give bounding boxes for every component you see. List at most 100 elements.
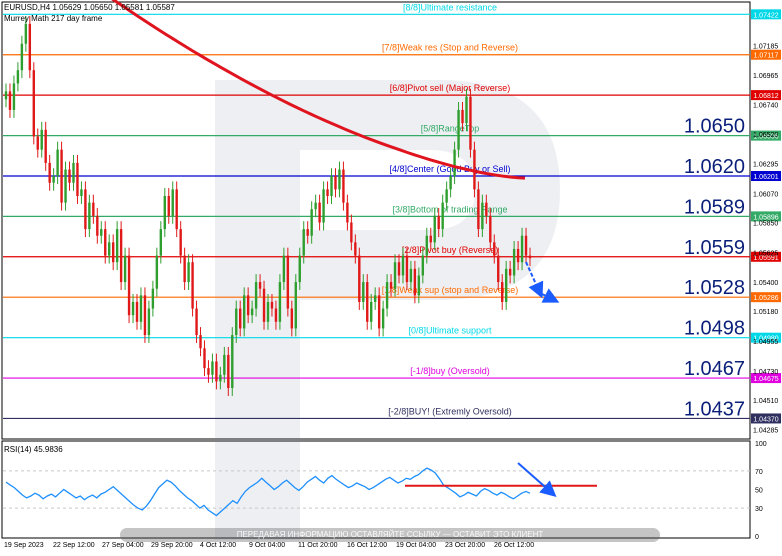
candle-body: [385, 282, 389, 309]
candle-body: [239, 308, 242, 329]
price-axis-tick: 1.06070: [753, 191, 778, 198]
candle-body: [516, 248, 520, 263]
candle-body: [449, 176, 452, 190]
candle-body: [461, 109, 464, 124]
candle-body: [44, 129, 47, 163]
candle-body: [326, 189, 329, 197]
time-axis-label: 19 Sep 2023: [4, 542, 44, 549]
candle-body: [135, 301, 139, 322]
time-axis-label: 23 Oct 20:00: [445, 542, 485, 549]
candle-body: [40, 129, 43, 150]
candle-body: [219, 374, 222, 382]
candle-body: [433, 215, 436, 243]
candle-body: [342, 169, 345, 203]
price-tag-label: 1.07422: [753, 12, 778, 19]
big-level-label: 1.0589: [684, 196, 745, 218]
candle-body: [159, 229, 163, 256]
time-axis-label: 22 Sep 12:00: [53, 542, 95, 549]
symbol-header: EURUSD,H4 1.05629 1.05650 1.05581 1.0558…: [4, 3, 175, 12]
candle-body: [127, 255, 131, 316]
price-tag-label: 1.06812: [753, 93, 778, 100]
candle-body: [389, 282, 393, 289]
price-tag-label: 1.05286: [753, 295, 778, 302]
candle-body: [314, 202, 317, 210]
candle-body: [286, 255, 290, 309]
price-axis-tick: 1.05180: [753, 309, 778, 316]
candle-body: [354, 242, 357, 256]
candle-body: [310, 209, 313, 236]
candle-body: [12, 83, 16, 110]
candle-body: [199, 335, 202, 349]
candle-body: [290, 308, 294, 329]
candle-body: [358, 255, 361, 302]
candle-body: [270, 301, 274, 309]
candle-body: [294, 282, 297, 329]
time-axis-label: 26 Oct 12:00: [494, 542, 534, 549]
candle-body: [96, 215, 99, 236]
candle-body: [163, 196, 166, 230]
rsi-title: RSI(14) 45.9836: [4, 445, 63, 454]
candle-body: [68, 169, 71, 183]
murrey-level-label: [7/8]Weak res (Stop and Reverse): [382, 43, 518, 53]
rsi-axis-tick: 50: [755, 488, 763, 495]
candle-body: [397, 262, 401, 276]
candle-body: [401, 255, 405, 276]
candle-body: [457, 109, 460, 150]
rsi-axis-tick: 100: [755, 441, 767, 448]
candle-body: [80, 189, 83, 197]
rsi-panel-frame: [1, 440, 751, 539]
chart-canvas[interactable]: [8/8]Ultimate resistance 1.07422 [7/8]Weak…: [0, 0, 782, 551]
candle-body: [381, 308, 385, 329]
price-tag-label: 1.04370: [753, 416, 778, 423]
big-level-label: 1.0620: [684, 156, 745, 178]
candle-body: [246, 295, 250, 316]
candle-body: [92, 202, 95, 216]
candle-body: [56, 149, 59, 177]
price-tag-label: 1.06201: [753, 174, 778, 181]
candle-body: [8, 91, 12, 110]
candle-body: [373, 295, 377, 302]
candle-body: [481, 202, 484, 230]
candle-body: [338, 169, 341, 190]
candle-body: [262, 288, 266, 322]
murrey-level-label: [2/8]Pivot buy (Reverse): [402, 245, 499, 255]
candle-body: [88, 202, 91, 230]
price-axis-tick: 1.07185: [753, 44, 778, 51]
price-axis-tick: 1.06965: [753, 73, 778, 80]
candle-body: [501, 282, 504, 302]
murrey-level-label: [-1/8]buy (Oversold): [410, 366, 490, 376]
candle-body: [32, 70, 35, 137]
candle-body: [453, 149, 456, 177]
candle-body: [258, 282, 262, 289]
candle-body: [28, 23, 32, 71]
candle-body: [108, 242, 111, 256]
candle-body: [100, 229, 103, 236]
candle-body: [322, 189, 325, 223]
big-level-label: 1.0559: [684, 237, 745, 259]
candle-body: [231, 335, 234, 389]
time-axis-label: 29 Sep 20:00: [151, 542, 193, 549]
candle-body: [493, 242, 496, 256]
candle-body: [497, 255, 500, 283]
candle-body: [489, 215, 492, 243]
murrey-level-label: [8/8]Ultimate resistance: [403, 2, 497, 12]
price-tag-label: 1.04675: [753, 376, 778, 383]
candle-body: [4, 91, 8, 100]
candle-body: [282, 255, 286, 283]
candle-body: [203, 348, 206, 369]
watermark-banner: ПЕРЕДАВАЯ ИНФОРМАЦИЮ ОСТАВЛЯЙТЕ ССЫЛКУ —…: [120, 528, 660, 542]
time-axis-label: 16 Oct 12:00: [347, 542, 387, 549]
candle-body: [119, 229, 123, 283]
candle-body: [20, 43, 24, 71]
candle-body: [207, 368, 210, 375]
candle-body: [250, 308, 254, 316]
candle-body: [254, 282, 258, 309]
candle-body: [104, 229, 107, 256]
candle-body: [72, 162, 75, 183]
candle-body: [504, 268, 508, 302]
murrey-level-label: [-2/8]BUY! (Extremly Oversold): [388, 406, 512, 416]
murrey-level-label: [1/8]Weak sup (stop and Reverse): [382, 285, 518, 295]
candle-body: [405, 255, 409, 283]
candle-body: [171, 189, 174, 216]
candle-body: [465, 96, 468, 124]
